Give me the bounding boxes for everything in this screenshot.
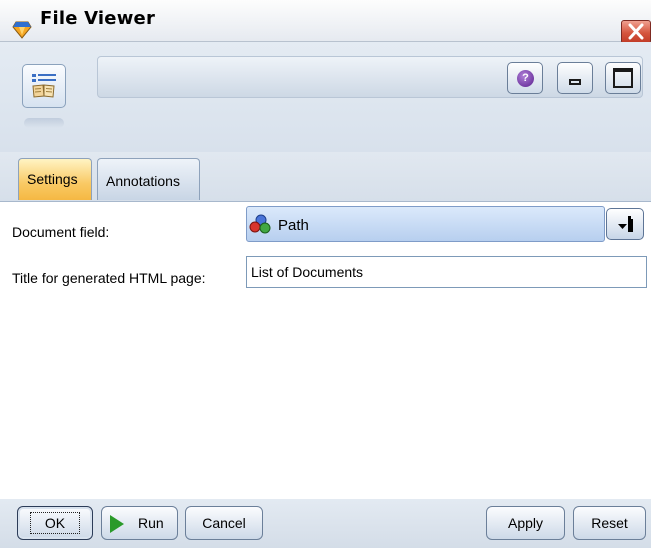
tab-settings-label: Settings (27, 171, 78, 187)
apply-button-label: Apply (507, 515, 544, 531)
window-title: File Viewer (40, 8, 156, 29)
node-icon-reflection (24, 118, 64, 128)
maximize-icon (613, 68, 633, 88)
help-icon: ? (517, 70, 534, 87)
document-field-label: Document field: (12, 224, 110, 240)
title-input[interactable] (246, 256, 647, 288)
reset-button[interactable]: Reset (573, 506, 646, 540)
minimize-icon (569, 79, 581, 85)
tab-annotations[interactable]: Annotations (97, 158, 200, 200)
close-icon (628, 23, 644, 40)
field-picker-icon (618, 216, 633, 232)
cancel-button[interactable]: Cancel (185, 506, 263, 540)
maximize-button[interactable] (605, 62, 641, 94)
cancel-button-label: Cancel (202, 515, 246, 531)
run-button-label: Run (138, 515, 164, 531)
document-field-value: Path (278, 217, 309, 234)
help-button[interactable]: ? (507, 62, 543, 94)
minimize-button[interactable] (557, 62, 593, 94)
reset-button-label: Reset (591, 515, 628, 531)
apply-button[interactable]: Apply (486, 506, 565, 540)
play-icon (110, 515, 124, 533)
title-label: Title for generated HTML page: (12, 270, 206, 286)
tab-annotations-label: Annotations (106, 173, 180, 189)
settings-panel (0, 203, 651, 499)
set-field-icon (249, 214, 271, 234)
file-viewer-node-icon (32, 74, 56, 98)
field-picker-button[interactable] (606, 208, 644, 240)
run-button[interactable]: Run (101, 506, 178, 540)
node-icon-frame (22, 64, 66, 108)
ok-button-label: OK (29, 512, 81, 534)
diamond-icon (12, 21, 32, 39)
tab-settings[interactable]: Settings (18, 158, 92, 200)
ok-button[interactable]: OK (17, 506, 93, 540)
close-button[interactable] (621, 20, 651, 44)
